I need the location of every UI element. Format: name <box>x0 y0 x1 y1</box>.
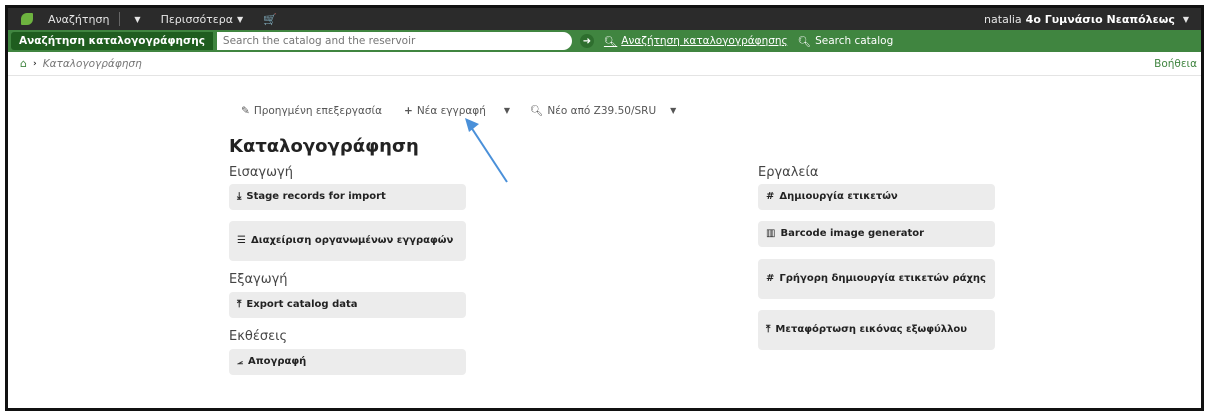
upload-cover-label: Μεταφόρτωση εικόνας εξωφύλλου <box>775 324 968 335</box>
new-record-button[interactable]: + Νέα εγγραφή <box>404 105 486 117</box>
upload-icon: ⤒ <box>237 299 242 310</box>
user-name: natalia <box>984 12 1022 26</box>
new-z3950-button[interactable]: 🔍︎ Νέο από Z39.50/SRU <box>530 104 657 118</box>
help-link[interactable]: Βοήθεια <box>1154 58 1197 70</box>
line-chart-icon: ⦟ <box>237 356 243 367</box>
upload-cover-button[interactable]: ⤒ Μεταφόρτωση εικόνας εξωφύλλου <box>758 310 995 350</box>
label-creator-button[interactable]: # Δημιουργία ετικετών <box>758 184 995 210</box>
nav-search-menu[interactable]: Αναζήτηση <box>38 8 119 30</box>
tab-catalog-search-label: Search catalog <box>815 35 894 47</box>
manage-staged-label: Διαχείριση οργανωμένων εγγραφών <box>250 235 454 246</box>
nav-cart[interactable]: 🛒 <box>253 8 287 30</box>
manage-staged-button[interactable]: ☰ Διαχείριση οργανωμένων εγγραφών <box>229 221 466 261</box>
spine-labels-button[interactable]: # Γρήγορη δημιουργία ετικετών ράχης <box>758 259 995 299</box>
label-creator-label: Δημιουργία ετικετών <box>779 191 898 202</box>
search-submit-arrow-icon[interactable]: ➜ <box>579 34 594 48</box>
section-tools-title: Εργαλεία <box>758 165 819 180</box>
pencil-icon: ✎ <box>241 104 250 117</box>
tab-cataloging-search-label: Αναζήτηση καταλογογράφησης <box>621 35 788 47</box>
z3950-dropdown-toggle[interactable]: ▼ <box>670 106 676 115</box>
spine-labels-label: Γρήγορη δημιουργία ετικετών ράχης <box>779 273 986 284</box>
tab-cataloging-search[interactable]: 🔍︎ Αναζήτηση καταλογογράφησης <box>604 35 788 48</box>
page-title: Καταλογογράφηση <box>229 136 419 157</box>
advanced-edit-label: Προηγμένη επεξεργασία <box>253 104 383 117</box>
export-catalog-button[interactable]: ⤒ Export catalog data <box>229 292 466 318</box>
annotation-arrow-icon <box>465 118 508 183</box>
hashtag-icon: # <box>766 191 775 202</box>
cataloging-toolbar: ✎ Προηγμένη επεξεργασία + Νέα εγγραφή ▼ … <box>241 104 676 118</box>
download-icon: ⤓ <box>237 191 242 202</box>
stage-records-button[interactable]: ⤓ Stage records for import <box>229 184 466 210</box>
breadcrumb-current: Καταλογογράφηση <box>42 57 142 70</box>
search-type-label[interactable]: Αναζήτηση καταλογογράφησης <box>11 32 213 50</box>
nav-search-dropdown[interactable]: ▼ <box>120 8 150 30</box>
tab-catalog-search[interactable]: 🔍︎ Search catalog <box>798 35 894 48</box>
caret-down-icon: ▼ <box>236 14 244 24</box>
nav-search-label: Αναζήτηση <box>48 12 110 26</box>
caret-down-icon: ▼ <box>134 14 141 24</box>
hashtag-icon: # <box>766 273 775 284</box>
top-navbar: Αναζήτηση ▼ Περισσότερα ▼ 🛒 natalia 4ο Γ… <box>8 8 1201 30</box>
new-record-dropdown-toggle[interactable]: ▼ <box>504 106 510 115</box>
inventory-label: Απογραφή <box>248 356 307 367</box>
search-icon: 🔍︎ <box>530 105 544 117</box>
stage-records-label: Stage records for import <box>246 191 386 202</box>
browser-frame: Αναζήτηση ▼ Περισσότερα ▼ 🛒 natalia 4ο Γ… <box>5 5 1204 411</box>
search-icon: 🔍︎ <box>797 35 812 48</box>
search-input[interactable] <box>216 32 572 50</box>
search-icon: 🔍︎ <box>603 35 618 48</box>
advanced-edit-button[interactable]: ✎ Προηγμένη επεξεργασία <box>241 105 382 117</box>
caret-down-icon: ▼ <box>1182 14 1189 24</box>
chevron-right-icon: › <box>32 58 37 69</box>
upload-icon: ⤒ <box>766 324 771 335</box>
search-bar: Αναζήτηση καταλογογράφησης ➜ 🔍︎ Αναζήτησ… <box>8 30 1201 52</box>
section-import-title: Εισαγωγή <box>229 165 293 180</box>
user-menu[interactable]: natalia 4ο Γυμνάσιο Νεαπόλεως ▼ <box>984 13 1201 26</box>
nav-more-menu[interactable]: Περισσότερα ▼ <box>151 8 254 30</box>
list-icon: ☰ <box>237 235 246 246</box>
export-catalog-label: Export catalog data <box>246 299 358 310</box>
new-z3950-label: Νέο από Z39.50/SRU <box>547 104 657 117</box>
section-export-title: Εξαγωγή <box>229 272 288 287</box>
library-name: 4ο Γυμνάσιο Νεαπόλεως <box>1025 12 1175 26</box>
home-icon[interactable]: ⌂ <box>20 57 27 70</box>
barcode-generator-label: Barcode image generator <box>780 228 925 239</box>
koha-logo-icon[interactable] <box>16 8 38 30</box>
inventory-button[interactable]: ⦟ Απογραφή <box>229 349 466 375</box>
plus-icon: + <box>404 104 413 117</box>
cart-icon: 🛒 <box>263 12 277 26</box>
barcode-icon: ▥ <box>766 228 776 239</box>
barcode-generator-button[interactable]: ▥ Barcode image generator <box>758 221 995 247</box>
nav-more-label: Περισσότερα <box>160 12 233 26</box>
section-reports-title: Εκθέσεις <box>229 329 288 344</box>
new-record-label: Νέα εγγραφή <box>416 104 486 117</box>
breadcrumb: ⌂ › Καταλογογράφηση Βοήθεια <box>8 52 1201 76</box>
